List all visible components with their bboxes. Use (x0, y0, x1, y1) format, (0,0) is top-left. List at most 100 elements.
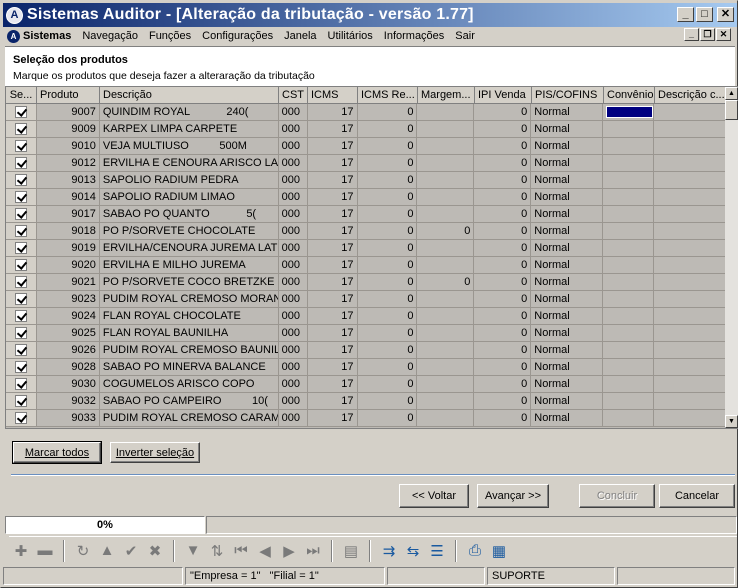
description-cell[interactable]: ERVILHA E CENOURA ARISCO LA (99, 155, 279, 172)
table-row[interactable]: 9021 PO P/SORVETE COCO BRETZKE 000 17 0 0 0 Nor… (6, 274, 727, 291)
cst-cell[interactable]: 000 (278, 376, 308, 393)
ipi-cell[interactable]: 0 (474, 138, 532, 155)
convenio-cell[interactable] (603, 138, 655, 155)
icms-red-cell[interactable]: 0 (357, 121, 418, 138)
ipi-cell[interactable]: 0 (474, 223, 532, 240)
col-header-ipi[interactable]: IPI Venda (475, 87, 532, 104)
descricao-c-cell[interactable] (654, 206, 727, 223)
menu-utilitarios[interactable]: Utilitários (328, 30, 378, 42)
table-row[interactable]: 9025 FLAN ROYAL BAUNILHA 000 17 0 0 Normal (6, 325, 727, 342)
selected-cell-highlight[interactable] (606, 106, 654, 118)
table-row[interactable]: 9020 ERVILHA E MILHO JUREMA 000 17 0 0 Normal (6, 257, 727, 274)
descricao-c-cell[interactable] (654, 291, 727, 308)
select-checkbox-cell[interactable] (6, 138, 37, 155)
table-row[interactable]: 9030 COGUMELOS ARISCO COPO 000 17 0 0 Normal (6, 376, 727, 393)
select-checkbox[interactable] (14, 293, 27, 305)
col-header-cst[interactable]: CST (279, 87, 308, 104)
product-code-cell[interactable]: 9013 (36, 172, 100, 189)
table-row[interactable]: 9026 PUDIM ROYAL CREMOSO BAUNIL 000 17 0 0 Nor… (6, 342, 727, 359)
select-checkbox[interactable] (14, 140, 27, 152)
descricao-c-cell[interactable] (654, 155, 727, 172)
icms-cell[interactable]: 17 (307, 274, 358, 291)
select-checkbox-cell[interactable] (6, 206, 37, 223)
icms-red-cell[interactable]: 0 (357, 359, 418, 376)
product-code-cell[interactable]: 9028 (36, 359, 100, 376)
print-icon[interactable]: ⎙ (463, 539, 487, 563)
select-checkbox-cell[interactable] (6, 155, 37, 172)
product-code-cell[interactable]: 9032 (36, 393, 100, 410)
icms-red-cell[interactable]: 0 (357, 257, 418, 274)
select-checkbox-cell[interactable] (6, 359, 37, 376)
table-row[interactable]: 9009 KARPEX LIMPA CARPETE 000 17 0 0 Normal (6, 121, 727, 138)
mdi-minimize-button[interactable]: _ (684, 28, 699, 41)
description-cell[interactable]: SAPOLIO RADIUM LIMAO (99, 189, 279, 206)
convenio-cell[interactable] (603, 121, 655, 138)
margem-cell[interactable] (417, 104, 475, 121)
product-code-cell[interactable]: 9023 (36, 291, 100, 308)
ipi-cell[interactable]: 0 (474, 308, 532, 325)
col-header-icms-red[interactable]: ICMS Re... (358, 87, 418, 104)
mdi-restore-button[interactable]: ❐ (700, 28, 715, 41)
pis-cofins-cell[interactable]: Normal (531, 274, 604, 291)
cst-cell[interactable]: 000 (278, 410, 308, 427)
select-checkbox[interactable] (14, 276, 27, 288)
description-cell[interactable]: PUDIM ROYAL CREMOSO CARAM (99, 410, 279, 427)
col-header-convenio[interactable]: Convênio (604, 87, 655, 104)
description-cell[interactable]: COGUMELOS ARISCO COPO (99, 376, 279, 393)
col-header-descricao-c[interactable]: Descrição c... (655, 87, 727, 104)
product-code-cell[interactable]: 9007 (36, 104, 100, 121)
menu-configuracoes[interactable]: Configurações (202, 30, 278, 42)
icms-cell[interactable]: 17 (307, 206, 358, 223)
convenio-cell[interactable] (603, 274, 655, 291)
grid-scrollbar[interactable]: ▲ ▼ (725, 87, 738, 428)
scroll-thumb[interactable] (725, 100, 738, 120)
select-checkbox-cell[interactable] (6, 325, 37, 342)
margem-cell[interactable] (417, 155, 475, 172)
margem-cell[interactable] (417, 240, 475, 257)
table-row[interactable]: 9019 ERVILHA/CENOURA JUREMA LAT 000 17 0 0 Nor… (6, 240, 727, 257)
description-cell[interactable]: FLAN ROYAL CHOCOLATE (99, 308, 279, 325)
first-record-icon[interactable]: ⏮ (229, 539, 253, 563)
product-code-cell[interactable]: 9018 (36, 223, 100, 240)
cst-cell[interactable]: 000 (278, 342, 308, 359)
select-checkbox[interactable] (14, 395, 27, 407)
next-button[interactable]: Avançar >> (477, 484, 549, 508)
convenio-cell[interactable] (603, 342, 655, 359)
col-header-produto[interactable]: Produto (37, 87, 100, 104)
minimize-button[interactable]: _ (677, 7, 694, 22)
descricao-c-cell[interactable] (654, 274, 727, 291)
select-checkbox[interactable] (14, 361, 27, 373)
select-checkbox[interactable] (14, 157, 27, 169)
descricao-c-cell[interactable] (654, 121, 727, 138)
ipi-cell[interactable]: 0 (474, 172, 532, 189)
icms-red-cell[interactable]: 0 (357, 189, 418, 206)
menu-sistemas[interactable]: A Sistemas (7, 29, 76, 43)
cst-cell[interactable]: 000 (278, 155, 308, 172)
icms-cell[interactable]: 17 (307, 104, 358, 121)
description-cell[interactable]: VEJA MULTIUSO 500M (99, 138, 279, 155)
select-checkbox[interactable] (14, 225, 27, 237)
transfer-icon[interactable]: ⇆ (401, 539, 425, 563)
pis-cofins-cell[interactable]: Normal (531, 223, 604, 240)
table-row[interactable]: 9012 ERVILHA E CENOURA ARISCO LA 000 17 0 0 No… (6, 155, 727, 172)
menu-informacoes[interactable]: Informações (384, 30, 450, 42)
margem-cell[interactable] (417, 291, 475, 308)
select-checkbox[interactable] (14, 208, 27, 220)
ipi-cell[interactable]: 0 (474, 121, 532, 138)
icms-cell[interactable]: 17 (307, 172, 358, 189)
cst-cell[interactable]: 000 (278, 138, 308, 155)
icms-red-cell[interactable]: 0 (357, 410, 418, 427)
table-row[interactable]: 9014 SAPOLIO RADIUM LIMAO 000 17 0 0 Normal (6, 189, 727, 206)
cst-cell[interactable]: 000 (278, 393, 308, 410)
select-checkbox[interactable] (14, 344, 27, 356)
pis-cofins-cell[interactable]: Normal (531, 121, 604, 138)
add-icon[interactable]: ✚ (9, 539, 33, 563)
cst-cell[interactable]: 000 (278, 325, 308, 342)
pis-cofins-cell[interactable]: Normal (531, 104, 604, 121)
table-row[interactable]: 9028 SABAO PO MINERVA BALANCE 000 17 0 0 Norma… (6, 359, 727, 376)
pis-cofins-cell[interactable]: Normal (531, 325, 604, 342)
table-row[interactable]: 9018 PO P/SORVETE CHOCOLATE 000 17 0 0 0 Normal (6, 223, 727, 240)
cst-cell[interactable]: 000 (278, 172, 308, 189)
convenio-cell[interactable] (603, 206, 655, 223)
icms-red-cell[interactable]: 0 (357, 325, 418, 342)
